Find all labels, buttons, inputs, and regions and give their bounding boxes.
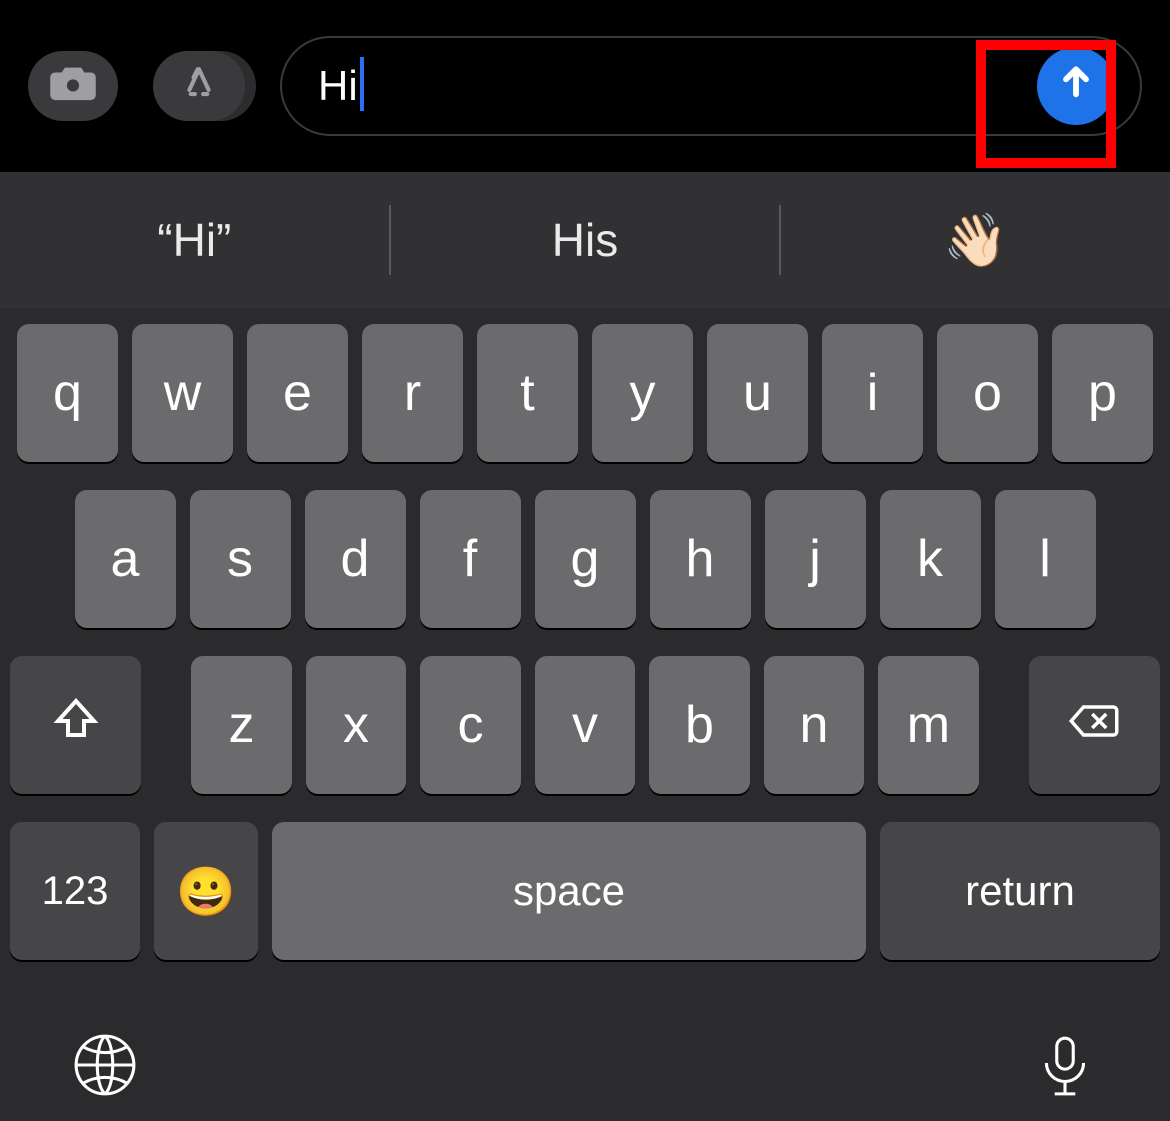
key-w[interactable]: w [132,324,233,462]
key-j[interactable]: j [765,490,866,628]
keyboard: q w e r t y u i o p a s d f g h j k l z … [0,308,1170,1121]
microphone-icon [1032,1085,1098,1102]
send-button[interactable] [1037,47,1115,125]
key-u[interactable]: u [707,324,808,462]
message-text: Hi [318,62,358,110]
key-f[interactable]: f [420,490,521,628]
key-v[interactable]: v [535,656,635,794]
suggestion-3[interactable]: 👋🏻 [781,172,1170,308]
backspace-icon [1066,695,1122,755]
key-l[interactable]: l [995,490,1096,628]
appstore-icon [177,61,221,110]
quicktype-bar: “Hi” His 👋🏻 [0,171,1170,308]
arrow-up-icon [1056,61,1096,111]
key-q[interactable]: q [17,324,118,462]
key-g[interactable]: g [535,490,636,628]
shift-icon [52,695,100,756]
compose-bar: Hi [0,0,1170,171]
key-n[interactable]: n [764,656,864,794]
key-x[interactable]: x [306,656,406,794]
key-emoji[interactable]: 😀 [154,822,258,960]
key-shift[interactable] [10,656,141,794]
suggestion-2[interactable]: His [391,172,780,308]
globe-button[interactable] [72,1032,138,1103]
key-e[interactable]: e [247,324,348,462]
key-p[interactable]: p [1052,324,1153,462]
key-c[interactable]: c [420,656,520,794]
key-z[interactable]: z [191,656,291,794]
key-space[interactable]: space [272,822,866,960]
suggestion-1[interactable]: “Hi” [0,172,389,308]
message-input[interactable]: Hi [280,36,1142,136]
key-i[interactable]: i [822,324,923,462]
key-d[interactable]: d [305,490,406,628]
key-r[interactable]: r [362,324,463,462]
key-h[interactable]: h [650,490,751,628]
key-a[interactable]: a [75,490,176,628]
camera-icon [47,62,99,109]
key-t[interactable]: t [477,324,578,462]
key-y[interactable]: y [592,324,693,462]
globe-icon [72,1085,138,1102]
key-backspace[interactable] [1029,656,1160,794]
key-m[interactable]: m [878,656,978,794]
dictation-button[interactable] [1032,1032,1098,1103]
key-s[interactable]: s [190,490,291,628]
apps-button[interactable] [146,51,252,121]
camera-button[interactable] [28,51,118,121]
key-k[interactable]: k [880,490,981,628]
key-o[interactable]: o [937,324,1038,462]
key-numeric[interactable]: 123 [10,822,140,960]
key-return[interactable]: return [880,822,1160,960]
key-b[interactable]: b [649,656,749,794]
text-caret [360,57,364,111]
